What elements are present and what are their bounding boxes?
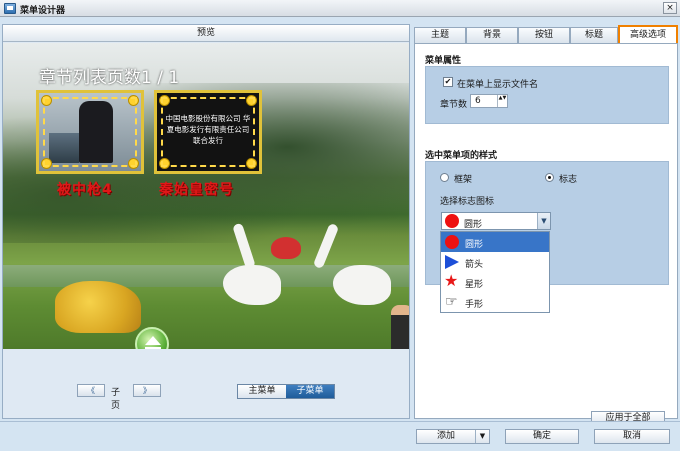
page-title: 章节列表页数1 / 1 — [39, 68, 180, 88]
settings-tabs: 主题 背景 按钮 标题 高级选项 — [414, 25, 678, 43]
chapter-count-label: 章节数 — [440, 100, 468, 110]
option-label: 星形 — [465, 280, 484, 290]
main-area: 预览 章节列表页数1 / 1 中国电影股份有限公司 华夏电影发行有限责任公司 联… — [0, 17, 680, 426]
frame-radio-label: 框架 — [454, 175, 473, 185]
arrow-icon — [445, 255, 459, 269]
chapter-thumbnail-1[interactable] — [36, 90, 144, 174]
figure-image — [79, 101, 113, 163]
logo-radio-label: 标志 — [559, 175, 578, 185]
heart-sculpture — [271, 237, 301, 259]
menu-props-box: ✔ 在菜单上显示文件名 章节数 6 ▲▼ — [425, 66, 669, 124]
smiley-icon — [128, 95, 139, 106]
main-menu-button[interactable]: 主菜单 — [238, 385, 286, 398]
swan-sculpture — [333, 265, 391, 305]
option-label: 箭头 — [465, 260, 484, 270]
tab-background[interactable]: 背景 — [466, 27, 518, 43]
selected-style-title: 选中菜单项的样式 — [425, 151, 498, 161]
next-page-button[interactable]: 》 — [133, 384, 161, 397]
dropdown-option-arrow[interactable]: 箭头 — [441, 252, 549, 272]
up-button-icon[interactable] — [135, 327, 169, 349]
chapter-caption-2[interactable]: 秦始皇密号 — [159, 179, 234, 199]
logo-radio[interactable] — [545, 173, 554, 182]
smiley-icon — [41, 95, 52, 106]
star-icon: ★ — [444, 271, 459, 290]
option-label: 手形 — [465, 300, 484, 310]
icon-dropdown-list: 圆形 箭头 ★ 星形 ☞ 手形 — [440, 231, 550, 313]
icon-select-label: 选择标志图标 — [440, 197, 495, 207]
dropdown-option-hand[interactable]: ☞ 手形 — [441, 292, 549, 312]
add-split-button[interactable]: 添加 ▼ — [416, 429, 490, 444]
dropdown-option-circle[interactable]: 圆形 — [441, 232, 549, 252]
icon-combo[interactable]: 圆形 ▼ — [441, 212, 551, 230]
chevron-down-icon[interactable]: ▼ — [537, 213, 550, 229]
spin-arrows-icon[interactable]: ▲▼ — [497, 95, 507, 107]
circle-icon — [445, 214, 459, 228]
tab-theme[interactable]: 主题 — [414, 27, 466, 43]
circle-icon — [445, 235, 459, 249]
smiley-icon — [159, 95, 170, 106]
city-image — [49, 133, 79, 163]
hand-icon: ☞ — [445, 294, 458, 310]
tab-title[interactable]: 标题 — [570, 27, 618, 43]
option-label: 圆形 — [465, 240, 484, 250]
person-photographer — [391, 305, 409, 349]
window-title: 菜单设计器 — [20, 6, 66, 16]
flowerbed — [55, 281, 141, 333]
add-button[interactable]: 添加 — [417, 430, 475, 443]
smiley-icon — [159, 158, 170, 169]
close-button[interactable]: × — [663, 2, 677, 14]
menu-props-title: 菜单属性 — [425, 56, 462, 66]
chapter-count-spinner[interactable]: 6 ▲▼ — [470, 94, 508, 108]
smiley-icon — [246, 95, 257, 106]
smiley-icon — [41, 158, 52, 169]
menu-toggle: 主菜单 子菜单 — [237, 384, 335, 399]
tab-buttons[interactable]: 按钮 — [518, 27, 570, 43]
smiley-icon — [246, 158, 257, 169]
chapter-thumbnail-2[interactable]: 中国电影股份有限公司 华夏电影发行有限责任公司 联合发行 — [154, 90, 262, 174]
preview-canvas: 章节列表页数1 / 1 中国电影股份有限公司 华夏电影发行有限责任公司 联合发行… — [3, 43, 409, 349]
show-filename-label: 在菜单上显示文件名 — [457, 80, 539, 90]
app-icon — [4, 3, 16, 14]
ok-button[interactable]: 确定 — [505, 429, 579, 444]
prev-page-button[interactable]: 《 — [77, 384, 105, 397]
smiley-icon — [128, 158, 139, 169]
footer-bar: 添加 ▼ 确定 取消 — [0, 421, 680, 451]
tab-advanced[interactable]: 高级选项 — [618, 25, 678, 43]
swan-sculpture — [223, 265, 281, 305]
chapter-count-value: 6 — [475, 96, 481, 106]
chapter-caption-1[interactable]: 被中枪4 — [57, 179, 113, 199]
sub-menu-button[interactable]: 子菜单 — [286, 385, 334, 398]
preview-header: 预览 — [3, 25, 409, 42]
dropdown-option-star[interactable]: ★ 星形 — [441, 272, 549, 292]
preview-pane: 预览 章节列表页数1 / 1 中国电影股份有限公司 华夏电影发行有限责任公司 联… — [2, 24, 410, 419]
show-filename-checkbox[interactable]: ✔ — [443, 77, 453, 87]
icon-combo-value: 圆形 — [464, 220, 483, 230]
title-bar: 菜单设计器 × — [0, 0, 680, 17]
thumbnail-text: 中国电影股份有限公司 华夏电影发行有限责任公司 联合发行 — [165, 114, 251, 145]
frame-radio[interactable] — [440, 173, 449, 182]
subpage-label: 子页 — [111, 388, 121, 411]
cancel-button[interactable]: 取消 — [594, 429, 670, 444]
chevron-down-icon[interactable]: ▼ — [475, 430, 489, 443]
